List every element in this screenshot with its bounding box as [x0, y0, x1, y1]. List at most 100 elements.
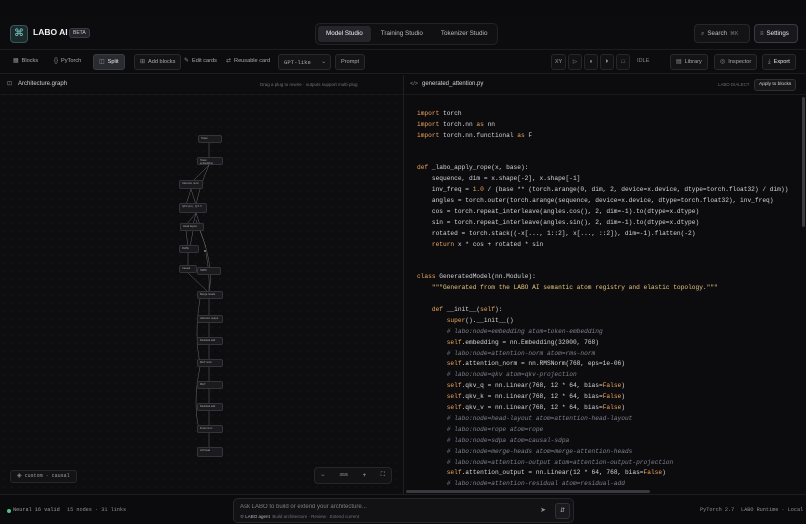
xy-button[interactable]: XY [551, 54, 566, 70]
vertical-scrollbar[interactable] [802, 97, 805, 227]
graph-node[interactable]: Attention norm [179, 180, 203, 189]
edit-cards-button[interactable]: ✎ Edit cards [179, 54, 222, 70]
horizontal-scrollbar[interactable] [406, 490, 650, 493]
stop-icon[interactable]: □ [616, 54, 630, 70]
architecture-type-pill[interactable]: ◈ custom · causal [10, 470, 77, 483]
context-toggle-icon[interactable]: ⇵ [555, 503, 570, 519]
view-split-button[interactable]: ◫ Split [93, 54, 125, 70]
library-button[interactable]: ▤ Library [670, 54, 708, 70]
graph-node[interactable]: Token [198, 135, 222, 143]
prompt-button[interactable]: Prompt [335, 54, 366, 70]
graph-node[interactable]: MLP norm [197, 359, 223, 367]
runtime-label: LABO Runtime · Local [741, 507, 804, 513]
send-icon[interactable]: ➤ [536, 504, 550, 518]
code-line: self.embedding = nn.Embedding(32000, 768… [446, 338, 599, 346]
agent-name: LABO agent [245, 514, 270, 519]
add-blocks-button[interactable]: ⊞ Add blocks [134, 54, 182, 70]
code-line: sequence, dim = x.shape[-2], x.shape[-1] [417, 175, 581, 183]
graph-node[interactable]: Merge heads [197, 291, 223, 299]
graph-counts: 15 nodes · 31 links [67, 507, 127, 513]
code-line: # labo:node=merge-heads atom=merge-atten… [446, 447, 633, 455]
fit-view-icon[interactable]: ⛶ [381, 472, 385, 479]
tab-tokenizer-studio[interactable]: Tokenizer Studio [433, 26, 496, 42]
code-line: angles = torch.outer(torch.arange(sequen… [417, 197, 774, 205]
inspector-button[interactable]: ◎ Inspector [714, 54, 758, 70]
graph-node[interactable]: RoPE [179, 245, 199, 253]
code-line: def _labo_apply_rope(x, base): [417, 164, 529, 172]
labo-logo-icon[interactable]: ⌘ [10, 25, 28, 43]
code-panel: </> generated_attention.py LABO DIALECT … [404, 75, 806, 494]
export-button[interactable]: ⤓ Export [762, 54, 796, 70]
agent-hints: Build architecture · Review · Extend cur… [272, 514, 360, 519]
graph-canvas[interactable]: ⊡ Architecture.graph Drag a plug to rewi… [0, 75, 403, 494]
run-state: IDLE [637, 58, 650, 64]
view-pytorch-button[interactable]: {} PyTorch [49, 54, 86, 70]
toolbar: ▦ Blocks {} PyTorch ◫ Split ⊞ Add blocks ✎ Ed… [0, 51, 806, 74]
reusable-card-label: Reusable card [234, 58, 271, 64]
preset-value: GPT-like [284, 59, 311, 66]
graph-node[interactable]: LM head [197, 447, 223, 457]
graph-node[interactable]: Token embedding [197, 157, 223, 165]
search-button[interactable]: ⌕ Search ⌘K [694, 24, 750, 43]
zoom-out-icon[interactable]: − [321, 473, 325, 479]
reusable-card-button[interactable]: ⇄ Reusable card [221, 54, 275, 70]
status-dot-icon [7, 509, 11, 513]
code-line: # labo:node=sdpa atom=causal-sdpa [446, 436, 570, 444]
code-line: cos = torch.repeat_interleave(angles.cos… [417, 208, 700, 216]
code-line: # labo:node=embedding atom=token-embeddi… [446, 327, 603, 335]
graph-node[interactable]: SDPA [197, 267, 221, 275]
beta-badge: BETA [69, 28, 90, 38]
graph-node[interactable]: Residual add [197, 403, 223, 411]
code-line: return x * cos + rotated * sin [431, 240, 544, 248]
code-line: def __init__(self): [431, 306, 503, 314]
agent-chat-input[interactable] [240, 502, 530, 512]
inspector-label: Inspector [728, 59, 752, 65]
zoom-level: 35% [339, 473, 348, 478]
step-forward-icon[interactable]: ⏵ [600, 54, 614, 70]
code-editor[interactable]: import torch import torch.nn as nn import … [417, 109, 803, 489]
preset-select[interactable]: GPT-like ⌄ [278, 54, 331, 70]
inspector-icon: ◎ [720, 59, 726, 65]
code-line: # labo:node=attention-norm atom=rms-norm [446, 349, 596, 357]
code-line: """Generated from the LABO AI semantic a… [431, 284, 718, 292]
graph-node[interactable]: Attention output [197, 315, 223, 323]
search-label: Search [707, 30, 727, 37]
bottom-bar: Neural 16 valid 15 nodes · 31 links ⚙ LA… [0, 494, 806, 524]
tab-training-studio[interactable]: Training Studio [373, 26, 431, 42]
code-line: rotated = torch.stack((-x[..., 1::2], x[… [417, 229, 696, 237]
agent-chat: ⚙ LABO agent Build architecture · Review… [233, 498, 574, 523]
view-blocks-button[interactable]: ▦ Blocks [8, 54, 43, 70]
graph-node[interactable]: Causal [179, 265, 197, 273]
graph-node[interactable]: QKV proj · Q K V [179, 203, 207, 213]
download-icon: ⤓ [768, 59, 771, 65]
pause-icon[interactable]: ⏸ [584, 54, 598, 70]
apply-to-blocks-button[interactable]: Apply to blocks [754, 79, 797, 91]
blocks-label: Blocks [21, 58, 39, 64]
code-line: super().__init__() [446, 316, 514, 324]
code-line: sin = torch.repeat_interleave(angles.sin… [417, 218, 700, 226]
code-icon: </> [410, 81, 418, 87]
graph-node[interactable]: MLP [197, 381, 223, 389]
tab-model-studio[interactable]: Model Studio [318, 26, 371, 42]
chevron-down-icon: ⌄ [321, 59, 326, 65]
graph-node[interactable]: Residual add [197, 337, 223, 345]
code-header: </> generated_attention.py LABO DIALECT … [404, 75, 806, 95]
layers-icon: ◈ [17, 473, 22, 479]
code-line: # labo:node=rope atom=rope [446, 425, 544, 433]
zoom-in-icon[interactable]: + [363, 473, 367, 479]
code-line: import torch.nn.functional as F [417, 131, 533, 139]
file-name: generated_attention.py [422, 81, 484, 87]
code-line: inv_freq = 1.0 / (base ** (torch.arange(… [417, 186, 789, 194]
library-label: Library [684, 59, 702, 65]
search-shortcut: ⌘K [729, 31, 739, 37]
graph-node[interactable]: Head layout [180, 223, 204, 231]
play-icon[interactable]: ▷ [568, 54, 582, 70]
validation-status: Neural 16 valid [13, 507, 60, 513]
settings-button[interactable]: ≡ Settings [754, 24, 798, 43]
graph-node[interactable]: Final norm [197, 425, 223, 433]
